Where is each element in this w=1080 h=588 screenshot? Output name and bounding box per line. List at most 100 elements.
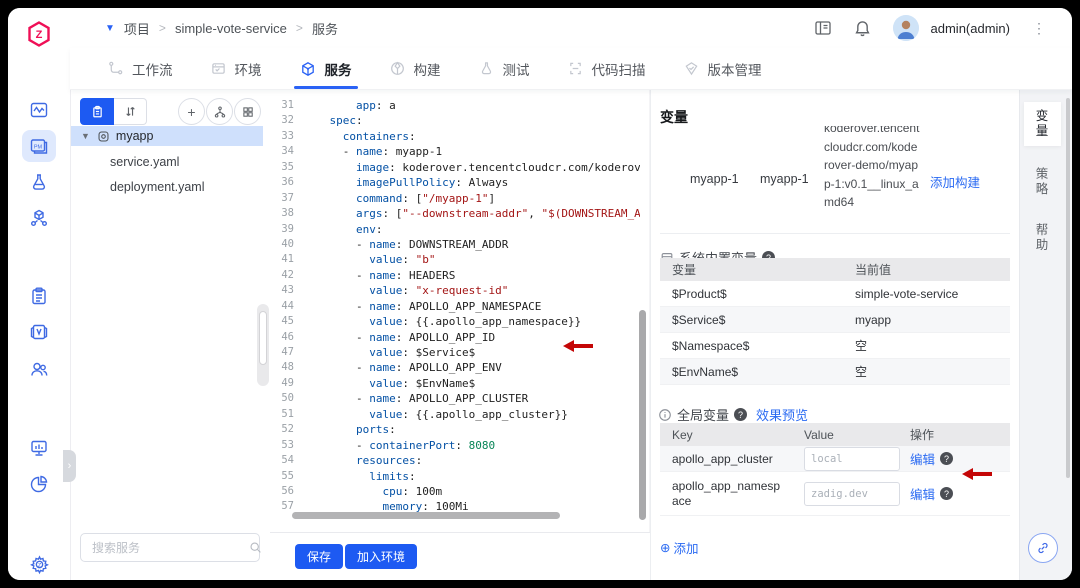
zadig-logo-icon[interactable]: Z <box>25 20 53 48</box>
breadcrumb-separator: > <box>296 21 303 35</box>
build-module-name: myapp-1 <box>760 172 809 186</box>
code-line[interactable]: 44 - name: APOLLO_APP_NAMESPACE <box>270 299 640 314</box>
tree-item-label: myapp <box>116 129 154 143</box>
code-line[interactable]: 43 value: "x-request-id" <box>270 283 640 298</box>
tree-structure-button[interactable] <box>206 98 233 125</box>
list-view-toggle-icon[interactable] <box>80 98 114 125</box>
global-var-value-input[interactable] <box>804 447 900 471</box>
column-header: Key <box>660 423 792 446</box>
breadcrumb-project-name[interactable]: simple-vote-service <box>175 21 287 36</box>
service-search-input[interactable] <box>90 540 249 556</box>
right-tab-help[interactable]: 帮助 <box>1024 216 1061 260</box>
code-line[interactable]: 54 resources: <box>270 453 640 468</box>
code-line[interactable]: 34 - name: myapp-1 <box>270 144 640 159</box>
sidebar-collapse-handle[interactable]: › <box>63 450 76 482</box>
code-line[interactable]: 31 app: a <box>270 98 640 113</box>
code-line[interactable]: 55 limits: <box>270 469 640 484</box>
tree-expand-caret-icon[interactable]: ▼ <box>81 131 90 141</box>
editor-horizontal-scrollbar[interactable] <box>292 512 560 519</box>
panel-scrollbar-thumb[interactable] <box>259 311 267 365</box>
code-line[interactable]: 52 ports: <box>270 422 640 437</box>
grid-view-button[interactable] <box>234 98 261 125</box>
code-line[interactable]: 50 - name: APOLLO_APP_CLUSTER <box>270 391 640 406</box>
tree-item-service-yaml[interactable]: service.yaml <box>110 155 179 169</box>
global-var-value-input[interactable] <box>804 482 900 506</box>
code-line[interactable]: 35 image: koderover.tencentcloudcr.com/k… <box>270 160 640 175</box>
code-line[interactable]: 36 imagePullPolicy: Always <box>270 175 640 190</box>
clipboard-icon[interactable] <box>22 280 56 312</box>
edit-link[interactable]: 编辑 <box>910 484 935 503</box>
line-number: 47 <box>270 345 294 360</box>
pie-chart-icon[interactable] <box>22 468 56 500</box>
tab-workflow[interactable]: 工作流 <box>108 48 173 89</box>
service-node-icon <box>97 130 110 143</box>
code-line[interactable]: 45 value: {{.apollo_app_namespace}} <box>270 314 640 329</box>
code-line[interactable]: 41 value: "b" <box>270 252 640 267</box>
add-service-button[interactable]: + <box>178 98 205 125</box>
line-number: 39 <box>270 222 294 237</box>
code-line[interactable]: 39 env: <box>270 222 640 237</box>
tab-version-management[interactable]: 版本管理 <box>684 48 762 89</box>
code-line[interactable]: 32 spec: <box>270 113 640 128</box>
tab-code-scan[interactable]: 代码扫描 <box>568 48 646 89</box>
delivery-icon[interactable] <box>22 202 56 234</box>
sort-toggle-icon[interactable] <box>114 98 147 125</box>
line-number: 40 <box>270 237 294 252</box>
notifications-bell-icon[interactable] <box>854 20 871 37</box>
edit-link[interactable]: 编辑 <box>910 449 935 468</box>
breadcrumb: ▼ 项目 > simple-vote-service > 服务 <box>105 19 338 38</box>
add-global-var-link[interactable]: ⊕ 添加 <box>660 538 699 557</box>
help-question-icon[interactable]: ? <box>940 452 953 465</box>
tab-environment[interactable]: 环境 <box>211 48 262 89</box>
more-menu-icon[interactable]: ⋮ <box>1032 20 1046 37</box>
user-avatar[interactable] <box>893 15 919 41</box>
right-tab-policy[interactable]: 策略 <box>1024 160 1061 204</box>
editor-vertical-scrollbar[interactable] <box>639 310 646 520</box>
code-line[interactable]: 48 - name: APOLLO_APP_ENV <box>270 360 640 375</box>
right-tab-variables[interactable]: 变量 <box>1024 102 1061 146</box>
service-cube-icon <box>300 61 316 77</box>
version-doc-icon[interactable] <box>22 316 56 348</box>
users-icon[interactable] <box>22 353 56 385</box>
help-question-icon[interactable]: ? <box>734 408 747 421</box>
add-build-link[interactable]: 添加构建 <box>930 172 980 191</box>
tree-view-toggle <box>80 98 147 125</box>
code-line[interactable]: 53 - containerPort: 8080 <box>270 438 640 453</box>
tree-item-myapp[interactable]: ▼ myapp <box>71 126 263 146</box>
code-line[interactable]: 37 command: ["/myapp-1"] <box>270 191 640 206</box>
code-line[interactable]: 51 value: {{.apollo_app_cluster}} <box>270 407 640 422</box>
dashboard-icon[interactable] <box>22 94 56 126</box>
line-number: 57 <box>270 499 294 514</box>
share-link-button[interactable] <box>1028 533 1058 563</box>
preview-link[interactable]: 效果预览 <box>756 405 808 424</box>
code-line[interactable]: 56 cpu: 100m <box>270 484 640 499</box>
yaml-code-editor[interactable]: 31 app: a32 spec:33 containers:34 - name… <box>270 89 640 532</box>
global-vars-table: Key Value 操作 apollo_app_cluster 编辑? apol… <box>660 423 1010 516</box>
tab-build[interactable]: 构建 <box>390 48 441 89</box>
breadcrumb-project[interactable]: 项目 <box>124 19 150 38</box>
annotation-arrow-editor <box>563 340 593 352</box>
code-line[interactable]: 49 value: $EnvName$ <box>270 376 640 391</box>
test-flask-icon[interactable] <box>22 166 56 198</box>
code-line[interactable]: 40 - name: DOWNSTREAM_ADDR <box>270 237 640 252</box>
help-question-icon[interactable]: ? <box>940 487 953 500</box>
join-environment-button[interactable]: 加入环境 <box>345 544 417 569</box>
docs-icon[interactable] <box>814 20 832 36</box>
tree-item-deployment-yaml[interactable]: deployment.yaml <box>110 180 205 194</box>
username-label[interactable]: admin(admin) <box>931 21 1010 36</box>
save-button[interactable]: 保存 <box>295 544 343 569</box>
code-line[interactable]: 38 args: ["--downstream-addr", "$(DOWNST… <box>270 206 640 221</box>
editor-footer: 保存 加入环境 <box>270 532 650 580</box>
breadcrumb-caret-icon[interactable]: ▼ <box>105 23 115 34</box>
code-line[interactable]: 42 - name: HEADERS <box>270 268 640 283</box>
line-number: 52 <box>270 422 294 437</box>
code-line[interactable]: 33 containers: <box>270 129 640 144</box>
tab-test[interactable]: 测试 <box>479 48 530 89</box>
projects-icon[interactable]: PM <box>22 130 56 162</box>
settings-gear-icon[interactable]: Z <box>22 548 56 580</box>
monitor-stats-icon[interactable] <box>22 432 56 464</box>
line-number: 56 <box>270 484 294 499</box>
breadcrumb-current-page: 服务 <box>312 19 338 38</box>
window-scrollbar-thumb[interactable] <box>1066 98 1070 478</box>
tab-service[interactable]: 服务 <box>300 48 352 89</box>
